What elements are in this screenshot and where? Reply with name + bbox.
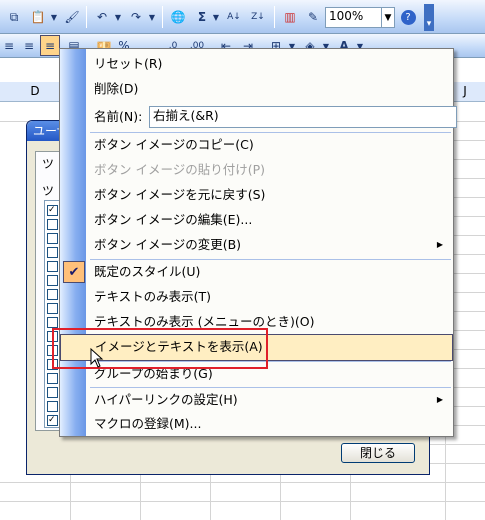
zoom-dropdown-icon[interactable]: ▼ xyxy=(381,8,394,27)
menu-item-delete[interactable]: 削除(D) xyxy=(86,76,453,101)
menu-item-change-button-image[interactable]: ボタン イメージの変更(B) ▶ xyxy=(86,232,453,257)
menu-item-reset[interactable]: リセット(R) xyxy=(86,51,453,76)
paste-dropdown-icon[interactable]: ▼ xyxy=(50,7,58,27)
toolbar-list-label: ツ xyxy=(42,184,55,198)
menu-item-label: ボタン イメージの貼り付け(P) xyxy=(94,162,266,177)
menu-item-text-only-always[interactable]: テキストのみ表示(T) xyxy=(86,284,453,309)
menu-item-assign-hyperlink[interactable]: ハイパーリンクの設定(H) ▶ xyxy=(86,387,453,412)
menu-item-paste-button-image[interactable]: ボタン イメージの貼り付け(P) xyxy=(86,157,453,182)
copy-icon[interactable]: ⧉ xyxy=(4,7,24,27)
align-right-icon[interactable]: ≡ xyxy=(40,35,60,56)
menu-item-label: ハイパーリンクの設定(H) xyxy=(94,392,238,407)
autosum-icon[interactable]: Σ xyxy=(194,7,210,27)
menu-item-label: ボタン イメージの編集(E)... xyxy=(94,212,253,227)
menu-item-label: ボタン イメージの変更(B) xyxy=(94,237,242,252)
toolbar-checkbox[interactable] xyxy=(47,289,58,300)
dialog-tab-label[interactable]: ツ xyxy=(42,155,54,172)
menu-item-edit-button-image[interactable]: ボタン イメージの編集(E)... xyxy=(86,207,453,232)
toolbar-checkbox[interactable] xyxy=(47,219,58,230)
help-icon[interactable]: ? xyxy=(398,7,418,27)
menu-item-label: 既定のスタイル(U) xyxy=(94,264,201,279)
name-input-value: 右揃え(&R) xyxy=(153,108,219,123)
separator xyxy=(162,6,163,28)
toolbar-checkbox[interactable] xyxy=(47,275,58,286)
toolbar-checkbox[interactable]: ✓ xyxy=(47,205,58,216)
menu-item-label: テキストのみ表示 (メニューのとき)(O) xyxy=(94,314,315,329)
toolbar-checkbox[interactable] xyxy=(47,261,58,272)
submenu-arrow-icon: ▶ xyxy=(436,240,443,249)
name-input[interactable]: 右揃え(&R) xyxy=(149,106,457,128)
toolbar-checkbox[interactable] xyxy=(47,317,58,328)
menu-icon-gutter xyxy=(60,49,86,436)
name-label: 名前(N): xyxy=(94,109,143,124)
menu-item-label: 削除(D) xyxy=(94,81,139,96)
menu-item-label: リセット(R) xyxy=(94,56,163,71)
hyperlink-icon[interactable]: 🌐 xyxy=(168,7,188,27)
toolbar-checkbox[interactable] xyxy=(47,373,58,384)
separator xyxy=(86,6,87,28)
toolbar-checkbox[interactable] xyxy=(47,387,58,398)
menu-item-reset-button-image[interactable]: ボタン イメージを元に戻す(S) xyxy=(86,182,453,207)
menu-item-label: テキストのみ表示(T) xyxy=(94,289,212,304)
toolbar-options-icon[interactable]: ▾ xyxy=(424,4,434,31)
chart-wizard-icon[interactable]: ▥ xyxy=(280,7,300,27)
sort-ascending-icon[interactable]: A↓ xyxy=(224,7,244,27)
drawing-icon[interactable]: ✎ xyxy=(303,7,323,27)
separator xyxy=(274,6,275,28)
menu-item-default-style[interactable]: 既定のスタイル(U) xyxy=(86,259,453,284)
autosum-dropdown-icon[interactable]: ▼ xyxy=(212,7,220,27)
menu-item-label: ボタン イメージのコピー(C) xyxy=(94,137,254,152)
menu-item-copy-button-image[interactable]: ボタン イメージのコピー(C) xyxy=(86,132,453,157)
mouse-cursor-icon xyxy=(90,347,104,368)
menu-item-label: マクロの登録(M)... xyxy=(94,416,202,431)
toolbar-checkbox[interactable]: ✓ xyxy=(47,415,58,426)
menu-item-label: ボタン イメージを元に戻す(S) xyxy=(94,187,266,202)
toolbar-checkbox[interactable] xyxy=(47,401,58,412)
standard-toolbar: ⧉ 📋 ▼ 🖌 ↶ ▼ ↷ ▼ 🌐 Σ ▼ A↓ Z↓ ▥ ✎ 100% ▼ ?… xyxy=(0,0,485,34)
checkmark-icon: ✔ xyxy=(63,261,85,283)
highlight-annotation-frame xyxy=(52,328,268,369)
context-menu: リセット(R) 削除(D) 名前(N): 右揃え(&R) ボタン イメージのコピ… xyxy=(59,48,457,437)
undo-dropdown-icon[interactable]: ▼ xyxy=(114,7,122,27)
toolbar-checkbox[interactable] xyxy=(47,303,58,314)
close-button-label: 閉じる xyxy=(359,446,396,460)
redo-icon[interactable]: ↷ xyxy=(126,7,146,27)
paste-icon[interactable]: 📋 xyxy=(28,7,48,27)
toolbar-checkbox[interactable] xyxy=(47,233,58,244)
menu-item-assign-macro[interactable]: マクロの登録(M)... xyxy=(86,411,453,436)
format-painter-icon[interactable]: 🖌 xyxy=(62,7,82,27)
close-button[interactable]: 閉じる xyxy=(341,443,415,463)
align-center-icon[interactable]: ≡ xyxy=(0,36,18,56)
sort-descending-icon[interactable]: Z↓ xyxy=(248,7,268,27)
submenu-arrow-icon: ▶ xyxy=(436,395,443,404)
align-justify-icon[interactable]: ≡ xyxy=(20,36,38,56)
zoom-value: 100% xyxy=(329,9,364,23)
redo-dropdown-icon[interactable]: ▼ xyxy=(148,7,156,27)
toolbar-checkbox[interactable] xyxy=(47,247,58,258)
undo-icon[interactable]: ↶ xyxy=(92,7,112,27)
